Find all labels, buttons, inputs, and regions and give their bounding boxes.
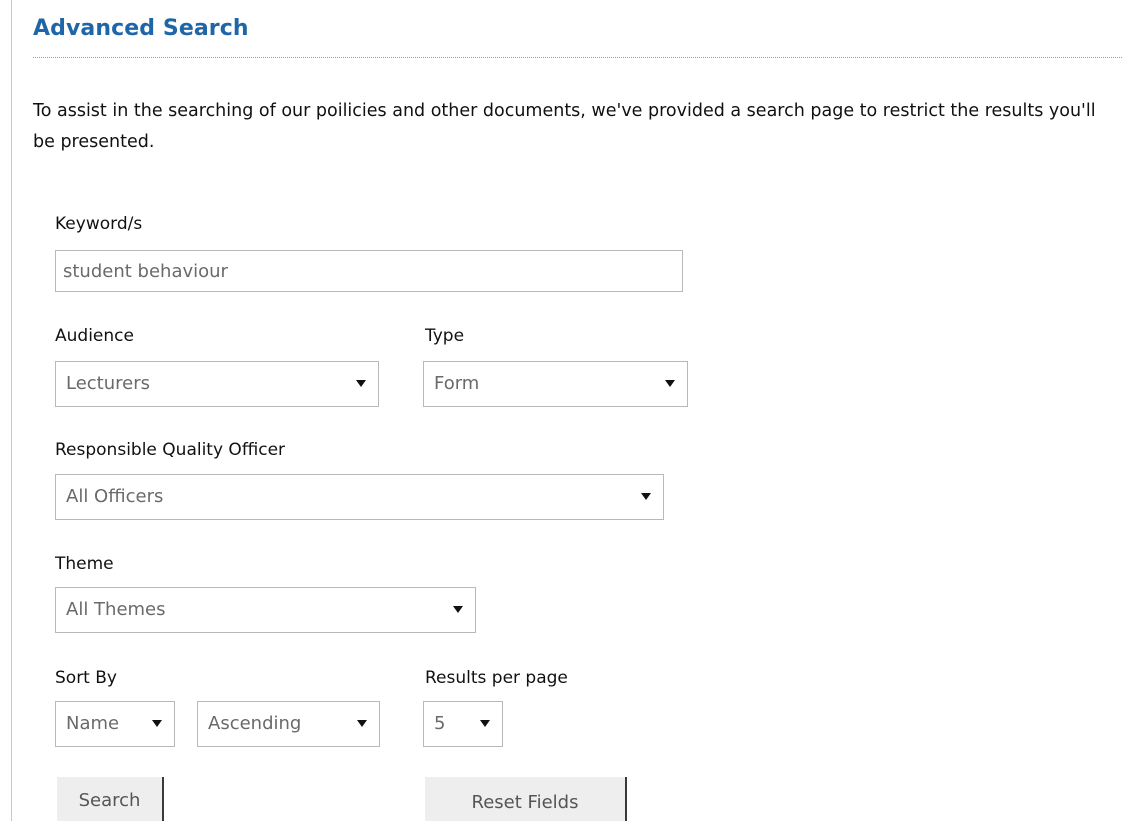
theme-label: Theme	[55, 554, 114, 574]
page-title: Advanced Search	[33, 16, 249, 41]
keyword-label: Keyword/s	[55, 214, 143, 234]
results-per-page-value: 5	[434, 713, 446, 734]
left-border-line	[11, 0, 12, 821]
sort-order-select[interactable]: Ascending	[197, 701, 380, 747]
audience-select[interactable]: Lecturers	[55, 361, 379, 407]
type-select[interactable]: Form	[423, 361, 688, 407]
sort-field-value: Name	[66, 713, 120, 734]
officer-label: Responsible Quality Officer	[55, 440, 286, 460]
results-per-page-select[interactable]: 5	[423, 701, 503, 747]
theme-select-value: All Themes	[66, 599, 166, 620]
type-label: Type	[425, 326, 465, 346]
reset-fields-button[interactable]: Reset Fields	[425, 777, 627, 821]
sort-field-select[interactable]: Name	[55, 701, 175, 747]
theme-select[interactable]: All Themes	[55, 587, 476, 633]
title-divider	[33, 57, 1122, 58]
results-per-page-label: Results per page	[425, 668, 568, 688]
search-button[interactable]: Search	[57, 777, 164, 821]
audience-label: Audience	[55, 326, 134, 346]
type-select-value: Form	[434, 373, 480, 394]
dropdown-arrow-icon	[480, 720, 490, 727]
officer-select[interactable]: All Officers	[55, 474, 664, 520]
sort-order-value: Ascending	[208, 713, 302, 734]
dropdown-arrow-icon	[356, 380, 366, 387]
dropdown-arrow-icon	[641, 493, 651, 500]
dropdown-arrow-icon	[665, 380, 675, 387]
dropdown-arrow-icon	[453, 606, 463, 613]
sort-by-label: Sort By	[55, 668, 117, 688]
keyword-input[interactable]	[55, 250, 683, 292]
intro-text: To assist in the searching of our poilic…	[33, 101, 1096, 152]
officer-select-value: All Officers	[66, 486, 164, 507]
dropdown-arrow-icon	[152, 720, 162, 727]
dropdown-arrow-icon	[357, 720, 367, 727]
audience-select-value: Lecturers	[66, 373, 151, 394]
